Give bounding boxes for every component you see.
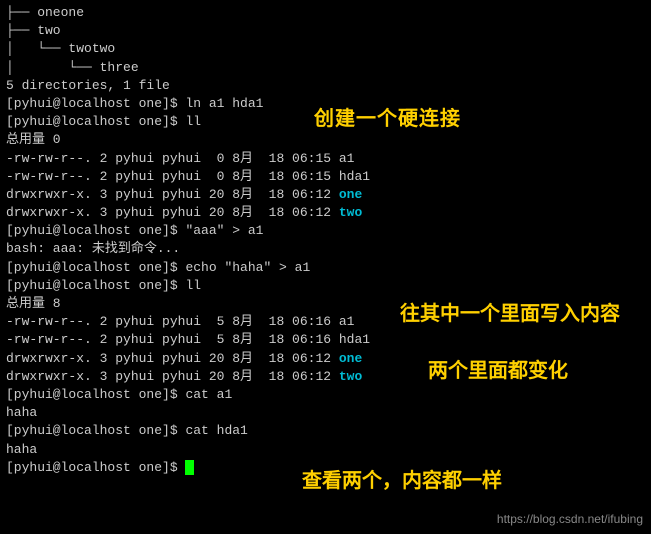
ls-entry: -rw-rw-r--. 2 pyhui pyhui 0 8月 18 06:15 … xyxy=(6,168,645,186)
ls-entry: -rw-rw-r--. 2 pyhui pyhui 0 8月 18 06:15 … xyxy=(6,150,645,168)
annotation-text: 两个里面都变化 xyxy=(428,357,568,385)
tree-summary: 5 directories, 1 file xyxy=(6,77,645,95)
annotation-text: 创建一个硬连接 xyxy=(314,105,461,133)
prompt: [pyhui@localhost one]$ xyxy=(6,260,185,275)
command-text: ll xyxy=(185,114,201,129)
dir-name: two xyxy=(339,205,362,220)
watermark-text: https://blog.csdn.net/ifubing xyxy=(497,511,643,528)
command-text: "aaa" > a1 xyxy=(185,223,263,238)
prompt: [pyhui@localhost one]$ xyxy=(6,387,185,402)
prompt: [pyhui@localhost one]$ xyxy=(6,96,185,111)
tree-line: │ └── three xyxy=(6,59,645,77)
command-text: cat a1 xyxy=(185,387,232,402)
prompt: [pyhui@localhost one]$ xyxy=(6,278,185,293)
prompt: [pyhui@localhost one]$ xyxy=(6,423,185,438)
prompt: [pyhui@localhost one]$ xyxy=(6,114,185,129)
prompt: [pyhui@localhost one]$ xyxy=(6,460,185,475)
command-line: [pyhui@localhost one]$ ll xyxy=(6,277,645,295)
command-line: [pyhui@localhost one]$ cat a1 xyxy=(6,386,645,404)
ls-entry: drwxrwxr-x. 3 pyhui pyhui 20 8月 18 06:12… xyxy=(6,186,645,204)
command-text: echo "haha" > a1 xyxy=(185,260,310,275)
command-line: [pyhui@localhost one]$ cat hda1 xyxy=(6,422,645,440)
command-line: [pyhui@localhost one]$ "aaa" > a1 xyxy=(6,222,645,240)
output-line: haha xyxy=(6,441,645,459)
command-text: ln a1 hda1 xyxy=(185,96,263,111)
tree-line: ├── two xyxy=(6,22,645,40)
dir-name: one xyxy=(339,187,362,202)
dir-name: one xyxy=(339,351,362,366)
total-line: 总用量 0 xyxy=(6,131,645,149)
dir-name: two xyxy=(339,369,362,384)
tree-line: ├── oneone xyxy=(6,4,645,22)
annotation-text: 往其中一个里面写入内容 xyxy=(400,300,620,328)
command-text: cat hda1 xyxy=(185,423,247,438)
cursor-icon xyxy=(185,460,194,475)
command-text: ll xyxy=(185,278,201,293)
ls-entry: -rw-rw-r--. 2 pyhui pyhui 5 8月 18 06:16 … xyxy=(6,331,645,349)
tree-line: │ └── twotwo xyxy=(6,40,645,58)
prompt: [pyhui@localhost one]$ xyxy=(6,223,185,238)
bash-error: bash: aaa: 未找到命令... xyxy=(6,240,645,258)
annotation-text: 查看两个，内容都一样 xyxy=(302,467,502,495)
output-line: haha xyxy=(6,404,645,422)
command-line: [pyhui@localhost one]$ echo "haha" > a1 xyxy=(6,259,645,277)
ls-entry: drwxrwxr-x. 3 pyhui pyhui 20 8月 18 06:12… xyxy=(6,204,645,222)
